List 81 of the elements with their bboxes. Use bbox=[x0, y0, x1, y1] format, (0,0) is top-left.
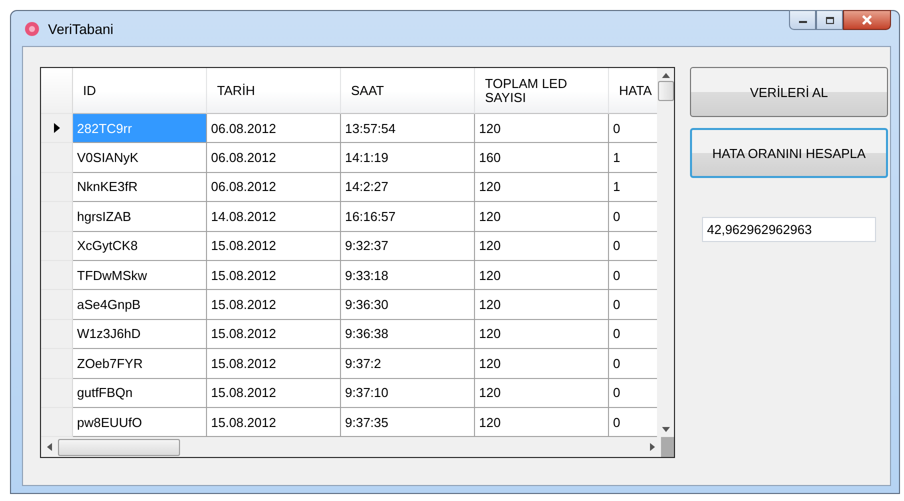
table-cell: 14:1:19 bbox=[341, 143, 475, 173]
table-cell: 0 bbox=[609, 260, 658, 290]
table-cell: gutfFBQn bbox=[73, 378, 207, 408]
table-cell: NknKE3fR bbox=[73, 172, 207, 202]
table-cell: TFDwMSkw bbox=[73, 260, 207, 290]
table-cell: 120 bbox=[475, 320, 609, 350]
table-cell: 120 bbox=[475, 408, 609, 437]
table-cell: 120 bbox=[475, 172, 609, 202]
down-arrow-icon bbox=[662, 427, 670, 432]
table-cell: 0 bbox=[609, 408, 658, 437]
corner-header bbox=[41, 68, 73, 114]
table-cell: 15.08.2012 bbox=[207, 320, 341, 350]
table-cell: 0 bbox=[609, 320, 658, 350]
left-arrow-icon bbox=[47, 443, 52, 451]
table-cell: 13:57:54 bbox=[341, 114, 475, 144]
table-cell: 0 bbox=[609, 290, 658, 320]
table-cell: pw8EUUfO bbox=[73, 408, 207, 437]
table-cell: 9:36:38 bbox=[341, 320, 475, 350]
table-cell: 0 bbox=[609, 378, 658, 408]
table-cell: 15.08.2012 bbox=[207, 232, 341, 261]
column-header[interactable]: ID bbox=[73, 68, 207, 114]
table-cell: 15.08.2012 bbox=[207, 349, 341, 379]
column-header[interactable]: TOPLAM LED SAYISI bbox=[475, 68, 609, 114]
table-cell: W1z3J6hD bbox=[73, 320, 207, 350]
table-cell: 15.08.2012 bbox=[207, 408, 341, 437]
column-header[interactable]: TARİH bbox=[207, 68, 341, 114]
table-cell: 9:32:37 bbox=[341, 232, 475, 261]
table-cell: 9:37:10 bbox=[341, 378, 475, 408]
table-cell: 9:36:30 bbox=[341, 290, 475, 320]
maximize-icon bbox=[824, 16, 834, 24]
maximize-button[interactable] bbox=[816, 10, 843, 30]
result-field[interactable]: 42,962962962963 bbox=[702, 217, 876, 242]
table-cell: 06.08.2012 bbox=[207, 143, 341, 173]
table-cell: 0 bbox=[609, 114, 658, 144]
table-cell: 0 bbox=[609, 202, 658, 232]
table-cell: 14.08.2012 bbox=[207, 202, 341, 232]
close-icon bbox=[861, 15, 873, 25]
table-cell: V0SIANyK bbox=[73, 143, 207, 173]
right-arrow-icon bbox=[650, 443, 655, 451]
action-button[interactable]: HATA ORANINI HESAPLA bbox=[690, 128, 888, 178]
table-cell: 1 bbox=[609, 172, 658, 202]
table-cell: XcGytCK8 bbox=[73, 232, 207, 261]
table-cell: 9:33:18 bbox=[341, 260, 475, 290]
close-button[interactable] bbox=[843, 10, 891, 30]
table-cell: 15.08.2012 bbox=[207, 378, 341, 408]
table-cell: aSe4GnpB bbox=[73, 290, 207, 320]
table-cell: 120 bbox=[475, 290, 609, 320]
action-button[interactable]: VERİLERİ AL bbox=[690, 67, 888, 117]
table-cell: 160 bbox=[475, 143, 609, 173]
table-cell: 120 bbox=[475, 378, 609, 408]
scroll-thumb[interactable] bbox=[658, 81, 674, 101]
table-cell: 120 bbox=[475, 114, 609, 144]
table-cell: 0 bbox=[609, 232, 658, 261]
table-cell: 16:16:57 bbox=[341, 202, 475, 232]
column-header[interactable]: HATA bbox=[609, 68, 658, 114]
table-cell: 9:37:2 bbox=[341, 349, 475, 379]
vertical-scrollbar[interactable] bbox=[657, 68, 674, 437]
table-cell: 15.08.2012 bbox=[207, 260, 341, 290]
table-cell: 282TC9rr bbox=[73, 114, 207, 144]
table-cell: 06.08.2012 bbox=[207, 172, 341, 202]
table-cell: 0 bbox=[609, 349, 658, 379]
table-cell: ZOeb7FYR bbox=[73, 349, 207, 379]
table-cell: 15.08.2012 bbox=[207, 290, 341, 320]
scroll-thumb[interactable] bbox=[58, 438, 180, 456]
minimize-button[interactable] bbox=[789, 10, 816, 30]
table-cell: 9:37:35 bbox=[341, 408, 475, 437]
column-header[interactable]: SAAT bbox=[341, 68, 475, 114]
table-cell: 120 bbox=[475, 260, 609, 290]
table-cell: 120 bbox=[475, 232, 609, 261]
table-cell: 1 bbox=[609, 143, 658, 173]
table-cell: hgrsIZAB bbox=[73, 202, 207, 232]
current-row-icon bbox=[54, 123, 60, 134]
up-arrow-icon bbox=[662, 73, 670, 78]
window-title: VeriTabani bbox=[48, 20, 114, 36]
table-cell: 120 bbox=[475, 202, 609, 232]
table-cell: 06.08.2012 bbox=[207, 114, 341, 144]
flower-icon bbox=[24, 20, 40, 36]
horizontal-scrollbar[interactable] bbox=[41, 437, 661, 457]
table-cell: 14:2:27 bbox=[341, 172, 475, 202]
row-header[interactable] bbox=[41, 114, 73, 144]
table-cell: 120 bbox=[475, 349, 609, 379]
